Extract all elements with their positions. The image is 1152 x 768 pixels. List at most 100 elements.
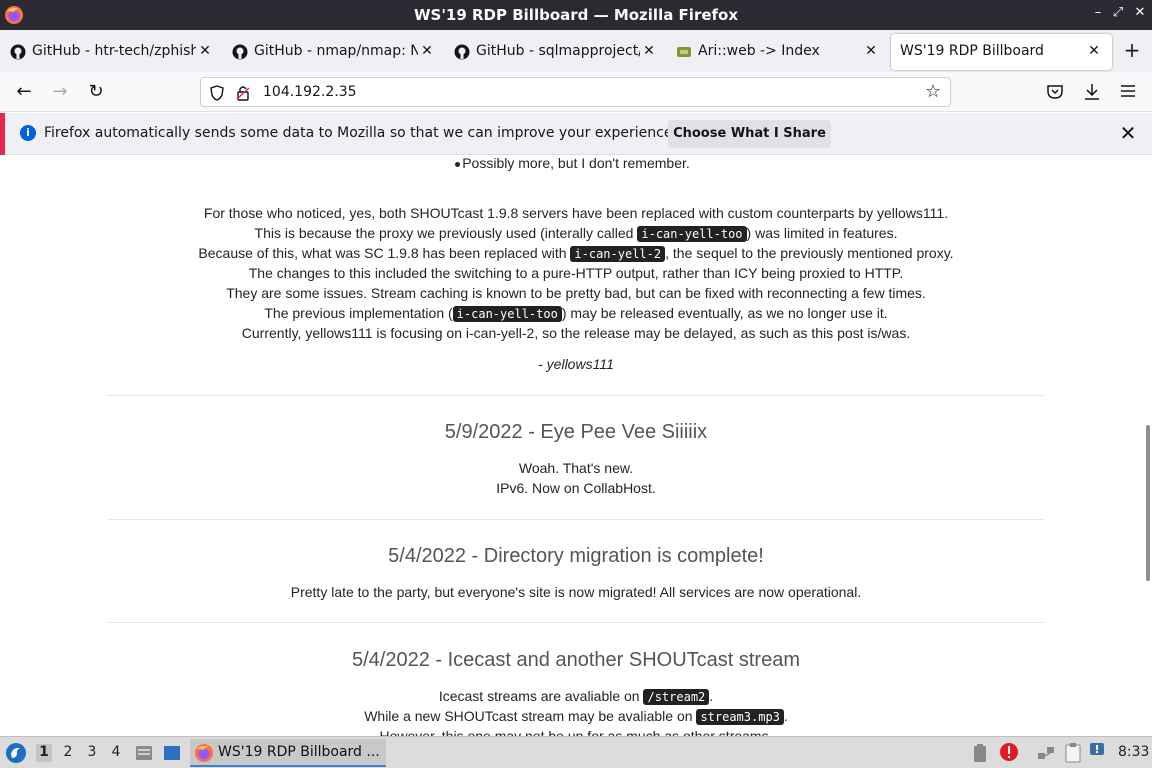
divider	[107, 622, 1044, 623]
notification-message: Firefox automatically sends some data to…	[44, 125, 677, 141]
close-tab-icon[interactable]: ✕	[1087, 43, 1101, 59]
site-icon	[677, 47, 691, 57]
url-bar[interactable]: 104.192.2.35 ☆	[200, 77, 951, 107]
tab-nmap[interactable]: GitHub - nmap/nmap: Nmap ✕	[222, 34, 440, 70]
post-line: Pretty late to the party, but everyone's…	[290, 584, 862, 600]
page-content: Possibly more, but I don't remember. For…	[0, 155, 1152, 736]
workspace-1[interactable]: 1	[36, 744, 52, 762]
post-line: IPv6. Now on CollabHost.	[496, 480, 656, 496]
signature: - yellows111	[538, 356, 614, 372]
workspace-3[interactable]: 3	[84, 744, 100, 762]
new-tab-icon[interactable]: +	[1122, 40, 1142, 60]
notifications-icon[interactable]	[1088, 741, 1106, 759]
paragraph-line: They are some issues. Stream caching is …	[226, 285, 926, 301]
code-snippet: i-can-yell-too	[637, 226, 747, 242]
list-item-text: Possibly more, but I don't remember.	[462, 155, 690, 171]
shield-icon[interactable]	[209, 85, 225, 101]
divider	[107, 395, 1044, 396]
tab-zphisher[interactable]: GitHub - htr-tech/zphisher ✕	[0, 34, 218, 70]
github-icon	[10, 44, 26, 60]
paragraph-line: The previous implementation (i-can-yell-…	[0, 305, 1152, 322]
navigation-bar: ← → ↻ 104.192.2.35 ☆	[0, 72, 1152, 112]
text: The previous implementation (	[264, 305, 453, 321]
post-title: 5/4/2022 - Directory migration is comple…	[388, 545, 764, 567]
post-line: Woah. That's new.	[518, 460, 634, 476]
taskbar-firefox-window[interactable]: WS'19 RDP Billboard ...	[190, 739, 386, 767]
tab-billboard[interactable]: WS'19 RDP Billboard ✕	[891, 34, 1112, 70]
data-notification-bar: i Firefox automatically sends some data …	[0, 113, 1152, 155]
text: Because of this, what was SC 1.9.8 has b…	[198, 245, 571, 261]
close-tab-icon[interactable]: ✕	[198, 43, 212, 59]
text: ) was limited in features.	[746, 225, 898, 241]
post-title: 5/4/2022 - Icecast and another SHOUTcast…	[352, 649, 800, 671]
divider	[107, 519, 1044, 520]
show-desktop-icon[interactable]	[162, 743, 182, 763]
close-tab-icon[interactable]: ✕	[420, 43, 434, 59]
code-snippet: /stream2	[643, 689, 710, 705]
code-snippet: i-can-yell-2	[570, 246, 666, 262]
minimize-icon[interactable]: –	[1090, 5, 1106, 23]
tab-label: Ari::web -> Index	[698, 43, 820, 59]
file-manager-icon[interactable]	[134, 743, 154, 763]
bookmark-star-icon[interactable]: ☆	[925, 81, 941, 102]
forward-icon[interactable]: →	[49, 82, 71, 102]
restore-icon[interactable]: ⤢	[1110, 5, 1126, 23]
info-icon: i	[20, 125, 36, 141]
battery-icon[interactable]	[972, 743, 988, 763]
firefox-icon	[195, 744, 213, 762]
text: , the sequel to the previously mentioned…	[665, 245, 954, 261]
alert-icon[interactable]	[999, 742, 1019, 762]
text: While a new SHOUTcast stream may be aval…	[364, 708, 697, 724]
paragraph-line: This is because the proxy we previously …	[0, 225, 1152, 242]
tab-label: WS'19 RDP Billboard	[900, 43, 1044, 59]
taskbar: 1 2 3 4 WS'19 RDP Billboard ... 8:33	[0, 736, 1152, 768]
notification-accent	[0, 113, 5, 155]
tab-ariweb[interactable]: Ari::web -> Index ✕	[666, 34, 888, 70]
close-tab-icon[interactable]: ✕	[642, 43, 656, 59]
workspace-4[interactable]: 4	[108, 744, 124, 762]
text: .	[709, 688, 714, 704]
github-icon	[232, 44, 248, 60]
code-snippet: i-can-yell-too	[452, 306, 562, 322]
tab-sqlmap[interactable]: GitHub - sqlmapproject/sqlmap ✕	[444, 34, 662, 70]
text: ) may be released eventually, as we no l…	[561, 305, 888, 321]
url-text[interactable]: 104.192.2.35	[263, 84, 357, 100]
workspace-2[interactable]: 2	[60, 744, 76, 762]
tab-label: GitHub - nmap/nmap: Nmap	[254, 43, 418, 59]
code-snippet: stream3.mp3	[696, 709, 784, 725]
network-icon[interactable]	[1036, 743, 1056, 763]
tab-label: GitHub - htr-tech/zphisher	[32, 43, 196, 59]
paragraph-line: Because of this, what was SC 1.9.8 has b…	[0, 245, 1152, 262]
start-menu-icon[interactable]	[5, 742, 27, 764]
tab-bar: GitHub - htr-tech/zphisher ✕ GitHub - nm…	[0, 30, 1152, 72]
text: .	[783, 708, 788, 724]
close-tab-icon[interactable]: ✕	[864, 43, 878, 59]
window-titlebar: WS'19 RDP Billboard — Mozilla Firefox – …	[0, 0, 1152, 30]
close-notification-icon[interactable]: ✕	[1118, 123, 1138, 143]
scrollbar-thumb[interactable]	[1146, 425, 1150, 581]
close-window-icon[interactable]: ✕	[1132, 5, 1148, 23]
back-icon[interactable]: ←	[13, 82, 35, 102]
paragraph-line: Currently, yellows111 is focusing on i-c…	[241, 325, 911, 341]
menu-icon[interactable]	[1120, 84, 1136, 98]
paragraph-line: The changes to this included the switchi…	[248, 265, 904, 281]
window-title: WS'19 RDP Billboard — Mozilla Firefox	[413, 6, 739, 24]
pocket-icon[interactable]	[1046, 83, 1064, 101]
clock[interactable]: 8:33	[1118, 744, 1149, 760]
github-icon	[454, 44, 470, 60]
choose-what-i-share-button[interactable]: Choose What I Share	[668, 120, 831, 148]
post-line: Icecast streams are avaliable on /stream…	[0, 688, 1152, 705]
taskbar-app-label: WS'19 RDP Billboard ...	[218, 744, 380, 760]
post-title: 5/9/2022 - Eye Pee Vee Siiiiix	[444, 421, 708, 443]
downloads-icon[interactable]	[1083, 82, 1101, 102]
clipboard-icon[interactable]	[1062, 742, 1084, 764]
text: Icecast streams are avaliable on	[438, 688, 644, 704]
paragraph-line: For those who noticed, yes, both SHOUTca…	[203, 205, 949, 221]
tab-label: GitHub - sqlmapproject/sqlmap	[476, 43, 640, 59]
text: This is because the proxy we previously …	[254, 225, 638, 241]
bullet	[455, 162, 460, 167]
lock-insecure-icon[interactable]	[235, 84, 251, 102]
post-line: While a new SHOUTcast stream may be aval…	[0, 708, 1152, 725]
reload-icon[interactable]: ↻	[85, 82, 107, 102]
post-line: However, this one may not be up for as m…	[379, 728, 773, 736]
